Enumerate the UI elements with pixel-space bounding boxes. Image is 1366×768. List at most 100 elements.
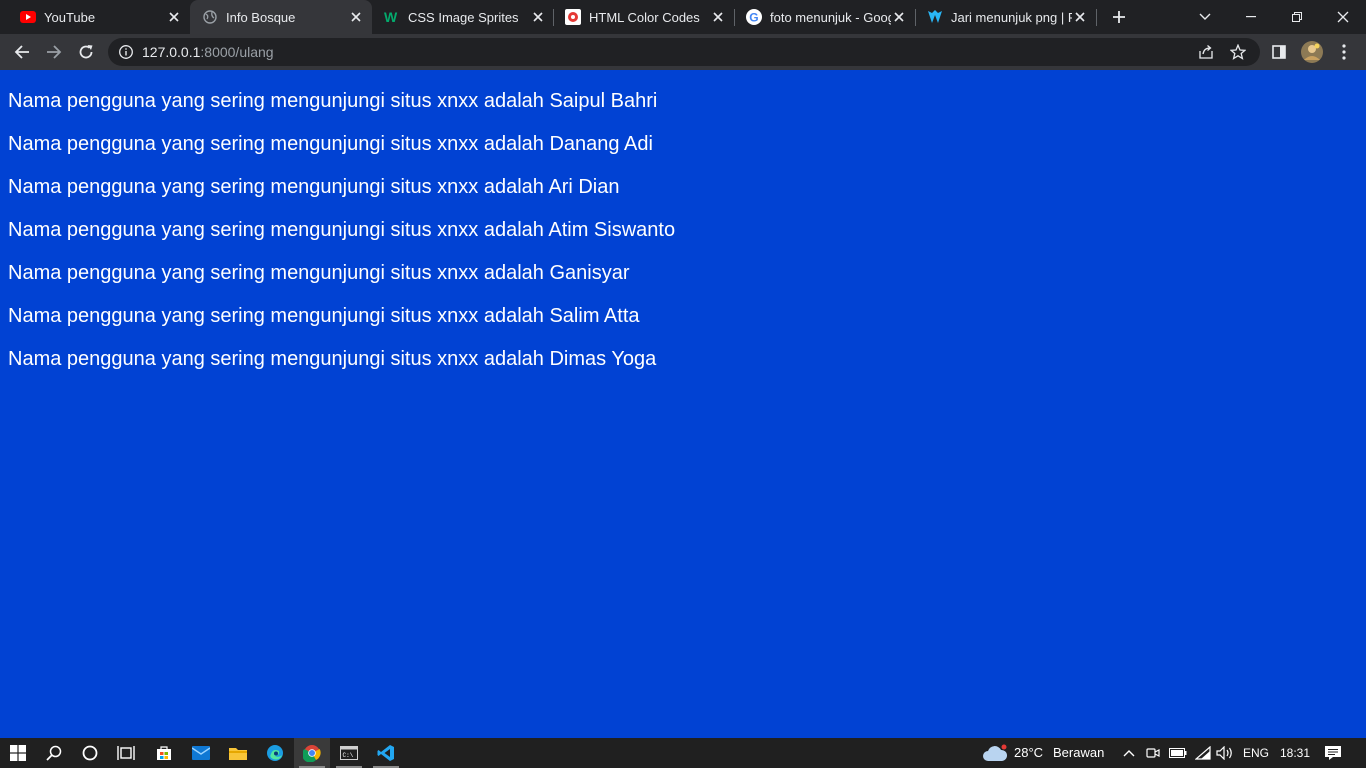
taskbar-file-explorer[interactable] xyxy=(220,738,256,768)
globe-icon xyxy=(202,9,218,25)
close-tab-icon[interactable] xyxy=(710,9,726,25)
menu-button[interactable] xyxy=(1329,34,1359,70)
svg-text:G: G xyxy=(749,11,758,25)
page-content: Nama pengguna yang sering mengunjungi si… xyxy=(0,70,1366,738)
search-button[interactable] xyxy=(36,738,72,768)
task-view-icon xyxy=(117,746,135,760)
youtube-icon xyxy=(20,9,36,25)
more-vert-icon xyxy=(1342,44,1346,60)
tab-info-bosque[interactable]: Info Bosque xyxy=(190,0,372,34)
terminal-icon: C:\ xyxy=(340,746,358,760)
tab-youtube[interactable]: YouTube xyxy=(0,0,190,34)
google-icon: G xyxy=(746,9,762,25)
restore-button[interactable] xyxy=(1274,0,1320,34)
avatar xyxy=(1301,41,1323,63)
side-panel-icon xyxy=(1272,45,1286,59)
tab-strip: YouTube Info Bosque W CSS Image Sprites … xyxy=(0,0,1366,34)
weather-temperature[interactable]: 28°C xyxy=(1014,738,1043,768)
info-icon[interactable] xyxy=(118,44,134,65)
taskbar-mail[interactable] xyxy=(183,738,219,768)
visitor-line: Nama pengguna yang sering mengunjungi si… xyxy=(8,133,653,155)
weather-condition[interactable]: Berawan xyxy=(1053,738,1104,768)
restore-icon xyxy=(1292,12,1302,22)
tab-title: Info Bosque xyxy=(226,9,296,25)
new-tab-button[interactable] xyxy=(1104,0,1134,34)
language-indicator[interactable]: ENG xyxy=(1243,738,1269,768)
visitor-line: Nama pengguna yang sering mengunjungi si… xyxy=(8,219,676,241)
browser-toolbar: 127.0.0.1:8000/ulang xyxy=(0,34,1366,70)
store-icon xyxy=(157,746,171,760)
notification-icon[interactable] xyxy=(1322,738,1344,768)
color-codes-icon xyxy=(565,9,581,25)
tab-title: foto menunjuk - Goog xyxy=(770,9,891,25)
cortana-icon xyxy=(82,745,98,761)
arrow-left-icon xyxy=(14,45,29,59)
address-bar[interactable]: 127.0.0.1:8000/ulang xyxy=(108,38,1260,66)
back-button[interactable] xyxy=(7,34,37,70)
reload-icon xyxy=(79,45,93,59)
task-view-button[interactable] xyxy=(108,738,144,768)
profile-button[interactable] xyxy=(1297,34,1327,70)
svg-text:W: W xyxy=(384,10,398,24)
arrow-right-icon xyxy=(47,45,62,59)
url-host: 127.0.0.1 xyxy=(142,44,201,60)
plus-icon xyxy=(1113,11,1125,23)
vscode-icon xyxy=(377,745,394,761)
start-button[interactable] xyxy=(0,738,36,768)
edge-icon xyxy=(267,745,283,761)
tab-separator xyxy=(1096,9,1097,26)
chevron-up-icon[interactable] xyxy=(1121,738,1137,768)
wifi-icon[interactable] xyxy=(1194,738,1212,768)
visitor-line: Nama pengguna yang sering mengunjungi si… xyxy=(8,90,658,112)
close-tab-icon[interactable] xyxy=(891,9,907,25)
minimize-button[interactable] xyxy=(1228,0,1274,34)
tab-google-search[interactable]: G foto menunjuk - Goog xyxy=(735,0,915,34)
close-window-button[interactable] xyxy=(1320,0,1366,34)
tab-search-button[interactable] xyxy=(1182,0,1228,34)
taskbar-edge[interactable] xyxy=(257,738,293,768)
tab-title: YouTube xyxy=(44,9,96,25)
svg-text:C:\: C:\ xyxy=(343,752,354,759)
tab-title: CSS Image Sprites xyxy=(408,9,519,25)
search-icon xyxy=(46,745,62,761)
bookmark-star-icon[interactable] xyxy=(1229,43,1247,65)
taskbar-vscode[interactable] xyxy=(368,738,404,768)
tab-title: Jari menunjuk png | Pl xyxy=(951,9,1072,25)
url-text: 127.0.0.1:8000/ulang xyxy=(142,38,274,66)
pngtree-icon xyxy=(927,9,943,25)
share-icon[interactable] xyxy=(1198,44,1214,65)
close-icon xyxy=(1337,11,1349,23)
forward-button[interactable] xyxy=(39,34,69,70)
visitor-line: Nama pengguna yang sering mengunjungi si… xyxy=(8,305,640,327)
tab-html-color-codes[interactable]: HTML Color Codes xyxy=(554,0,734,34)
volume-icon[interactable] xyxy=(1216,738,1234,768)
battery-icon[interactable] xyxy=(1169,738,1187,768)
windows-icon xyxy=(10,745,26,761)
tab-title: HTML Color Codes xyxy=(589,9,700,25)
weather-cloud-icon[interactable] xyxy=(981,738,1009,768)
visitor-line: Nama pengguna yang sering mengunjungi si… xyxy=(8,348,657,370)
visitor-line: Nama pengguna yang sering mengunjungi si… xyxy=(8,176,620,198)
clock[interactable]: 18:31 xyxy=(1280,738,1310,768)
cortana-button[interactable] xyxy=(72,738,108,768)
close-tab-icon[interactable] xyxy=(166,9,182,25)
side-panel-button[interactable] xyxy=(1264,34,1294,70)
taskbar-store[interactable] xyxy=(146,738,182,768)
close-tab-icon[interactable] xyxy=(348,9,364,25)
tab-css-image-sprites[interactable]: W CSS Image Sprites xyxy=(372,0,554,34)
minimize-icon xyxy=(1246,16,1256,18)
folder-icon xyxy=(229,748,247,760)
chrome-icon xyxy=(303,745,321,762)
visitor-line: Nama pengguna yang sering mengunjungi si… xyxy=(8,262,630,284)
reload-button[interactable] xyxy=(71,34,101,70)
close-tab-icon[interactable] xyxy=(1072,9,1088,25)
url-path: :8000/ulang xyxy=(200,44,274,60)
mail-icon xyxy=(192,746,210,760)
taskbar-chrome[interactable] xyxy=(294,738,330,768)
taskbar-terminal[interactable]: C:\ xyxy=(331,738,367,768)
w3schools-icon: W xyxy=(384,9,400,25)
chevron-down-icon xyxy=(1199,13,1211,20)
tab-jari-menunjuk[interactable]: Jari menunjuk png | Pl xyxy=(916,0,1096,34)
close-tab-icon[interactable] xyxy=(530,9,546,25)
camera-icon[interactable] xyxy=(1145,738,1161,768)
